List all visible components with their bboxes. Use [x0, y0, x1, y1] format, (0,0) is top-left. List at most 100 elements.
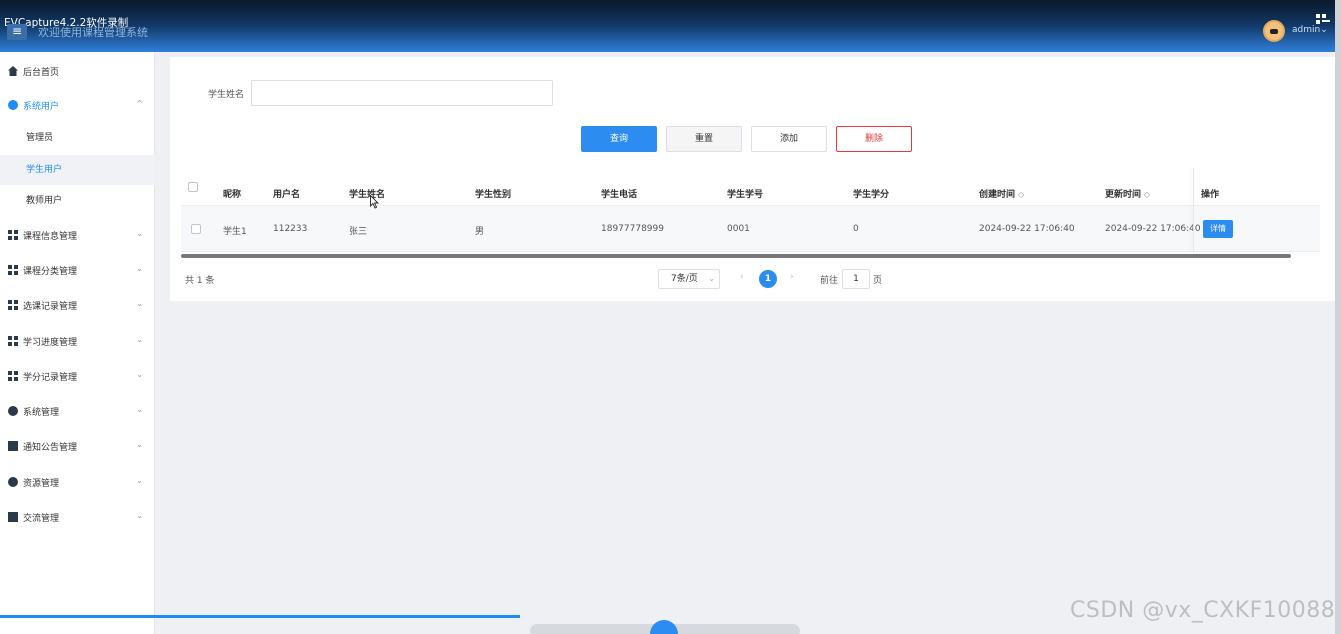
delete-button[interactable]: 删除: [836, 126, 912, 152]
cell-nickname: 学生1: [223, 227, 247, 237]
chevron-down-icon: ⌄: [136, 299, 143, 308]
grid-icon: [8, 300, 18, 310]
sidebar-subitem-admin[interactable]: 管理员: [0, 123, 155, 153]
column-header-label: 更新时间: [1105, 190, 1142, 200]
sidebar-item-label: 后台首页: [23, 67, 60, 78]
watermark: CSDN @vx_CXKF10088: [1070, 598, 1336, 623]
cell-phone: 18977778999: [601, 224, 664, 234]
goto-label: 前往: [820, 276, 839, 286]
sidebar-item-enrollment[interactable]: 选课记录管理 ⌄: [0, 290, 155, 320]
column-header-updated[interactable]: 更新时间 ◇: [1105, 187, 1150, 200]
search-label: 学生姓名: [208, 90, 245, 100]
document-icon: [8, 441, 18, 451]
top-bar: EVCapture4.2.2软件录制 ≡ 欢迎使用课程管理系统 admin⌄: [0, 0, 1341, 52]
chevron-down-icon: ⌄: [136, 440, 143, 449]
sidebar-item-home[interactable]: 后台首页: [0, 56, 155, 86]
sidebar-item-resources[interactable]: 资源管理 ⌄: [0, 467, 155, 497]
sidebar-item-system[interactable]: 系统管理 ⌄: [0, 396, 155, 426]
add-button[interactable]: 添加: [751, 126, 827, 152]
sidebar-item-course-category[interactable]: 课程分类管理 ⌄: [0, 255, 155, 285]
column-header-credits: 学生学分: [853, 190, 890, 200]
search-input[interactable]: [251, 80, 553, 106]
plus-circle-icon: [8, 477, 18, 487]
grid-icon: [8, 371, 18, 381]
sidebar-item-label: 通知公告管理: [23, 442, 78, 453]
cell-credits: 0: [853, 224, 859, 234]
sort-icon[interactable]: ◇: [1144, 190, 1150, 199]
home-icon: [8, 66, 18, 76]
chevron-down-icon: ⌄: [136, 511, 143, 520]
sidebar-item-credits[interactable]: 学分记录管理 ⌄: [0, 361, 155, 391]
fullscreen-icon[interactable]: [1316, 14, 1330, 26]
play-icon[interactable]: [650, 620, 678, 634]
cell-created: 2024-09-22 17:06:40: [979, 224, 1075, 234]
sidebar-item-label: 交流管理: [23, 513, 60, 524]
column-header-label: 创建时间: [979, 190, 1016, 200]
sidebar-item-label: 选课记录管理: [23, 301, 78, 312]
grid-icon: [8, 265, 18, 275]
sidebar-item-label: 学分记录管理: [23, 372, 78, 383]
row-checkbox[interactable]: [191, 224, 201, 234]
avatar[interactable]: [1263, 20, 1285, 42]
query-button[interactable]: 查询: [581, 126, 657, 152]
sidebar-item-label: 资源管理: [23, 478, 60, 489]
hamburger-icon[interactable]: ≡: [7, 24, 27, 40]
sidebar-item-label: 课程信息管理: [23, 231, 78, 242]
fixed-column-divider: [1193, 168, 1194, 252]
user-name[interactable]: admin⌄: [1292, 25, 1328, 35]
prev-page-button[interactable]: ‹: [740, 272, 744, 282]
column-header-nickname: 昵称: [223, 190, 242, 200]
recording-progress-bar: [0, 615, 520, 618]
sidebar-item-label: 系统用户: [23, 101, 60, 112]
cell-student-no: 0001: [727, 224, 750, 234]
cell-username: 112233: [273, 224, 308, 234]
window-right-edge: [1335, 0, 1341, 634]
sidebar-item-course-info[interactable]: 课程信息管理 ⌄: [0, 220, 155, 250]
chevron-down-icon: ⌄: [708, 274, 715, 283]
sidebar-subitem-teachers[interactable]: 教师用户: [0, 186, 155, 216]
cell-updated: 2024-09-22 17:06:40: [1105, 224, 1201, 234]
grid-icon: [8, 230, 18, 240]
gear-icon: [8, 406, 18, 416]
sidebar: 后台首页 系统用户 ^ 管理员 学生用户 教师用户 课程信息管理 ⌄ 课程分类管…: [0, 52, 520, 634]
select-all-checkbox[interactable]: [188, 182, 198, 192]
user-icon: [8, 100, 18, 110]
goto-page-input[interactable]: 1: [842, 269, 870, 289]
sidebar-subitem-students[interactable]: 学生用户: [0, 155, 155, 185]
app-title: 欢迎使用课程管理系统: [38, 26, 148, 39]
column-header-phone: 学生电话: [601, 190, 638, 200]
column-header-student-no: 学生学号: [727, 190, 764, 200]
next-page-button[interactable]: ›: [790, 272, 794, 282]
sidebar-item-label: 学习进度管理: [23, 337, 78, 348]
reset-button[interactable]: 重置: [666, 126, 742, 152]
chevron-down-icon: ⌄: [136, 229, 143, 238]
detail-button[interactable]: 详情: [1203, 220, 1233, 238]
sidebar-item-label: 课程分类管理: [23, 266, 78, 277]
cell-student-name: 张三: [349, 227, 368, 237]
column-header-created[interactable]: 创建时间 ◇: [979, 187, 1024, 200]
chat-icon: [8, 512, 18, 522]
sidebar-item-communication[interactable]: 交流管理 ⌄: [0, 502, 155, 532]
sort-icon[interactable]: ◇: [1018, 190, 1024, 199]
sidebar-item-notices[interactable]: 通知公告管理 ⌄: [0, 431, 155, 461]
horizontal-scrollbar[interactable]: [181, 254, 1291, 258]
sidebar-item-label: 系统管理: [23, 407, 60, 418]
sidebar-item-system-users[interactable]: 系统用户 ^: [0, 90, 155, 120]
mouse-cursor-icon: [370, 195, 380, 209]
page-number-current[interactable]: 1: [759, 270, 777, 288]
chevron-down-icon: ⌄: [136, 405, 143, 414]
page-size-select[interactable]: 7条/页 ⌄: [658, 269, 720, 289]
chevron-down-icon: ⌄: [136, 264, 143, 273]
chevron-up-icon: ^: [136, 99, 143, 108]
sidebar-item-progress[interactable]: 学习进度管理 ⌄: [0, 326, 155, 356]
chevron-down-icon: ⌄: [136, 476, 143, 485]
goto-unit: 页: [873, 276, 883, 286]
column-header-gender: 学生性别: [475, 190, 512, 200]
column-header-actions: 操作: [1201, 190, 1220, 200]
grid-icon: [8, 336, 18, 346]
page-size-value: 7条/页: [671, 274, 698, 284]
column-header-username: 用户名: [273, 190, 301, 200]
chevron-down-icon: ⌄: [136, 370, 143, 379]
cell-gender: 男: [475, 227, 485, 237]
chevron-down-icon: ⌄: [136, 335, 143, 344]
